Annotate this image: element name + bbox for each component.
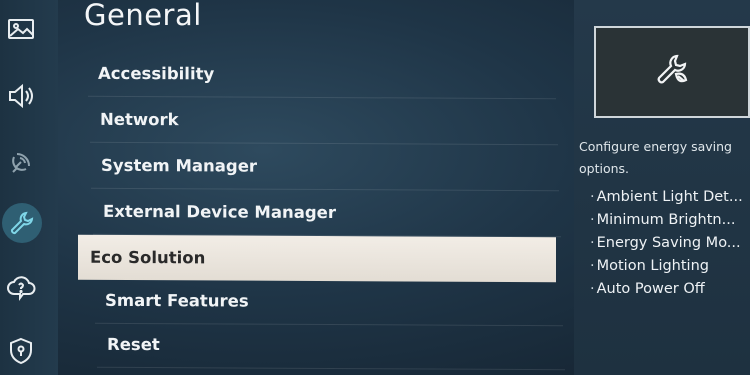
support-cloud-icon[interactable]: [4, 270, 38, 304]
menu-item-label: External Device Manager: [103, 201, 336, 223]
menu-item-label: Network: [100, 109, 179, 130]
picture-icon[interactable]: [4, 12, 38, 46]
general-menu: General Accessibility Network System Man…: [58, 0, 574, 375]
eco-sub-options: · Ambient Light Det... · Minimum Brightn..…: [590, 186, 750, 301]
menu-item-label: Smart Features: [105, 290, 249, 311]
menu-item-system-manager[interactable]: System Manager: [91, 142, 559, 192]
menu-item-label: Eco Solution: [90, 247, 206, 268]
menu-item-network[interactable]: Network: [90, 96, 558, 146]
menu-item-label: System Manager: [101, 155, 258, 176]
menu-item-external-device-manager[interactable]: External Device Manager: [93, 188, 561, 238]
sound-icon[interactable]: [4, 79, 38, 113]
menu-item-smart-features[interactable]: Smart Features: [95, 277, 563, 327]
list-item: · Auto Power Off: [590, 281, 705, 297]
menu-item-label: Accessibility: [98, 63, 215, 84]
page-title: General: [84, 0, 202, 32]
menu-item-reset[interactable]: Reset: [97, 321, 565, 371]
list-item: · Energy Saving Mo...: [590, 235, 741, 251]
eco-preview-thumbnail: [594, 26, 750, 118]
menu-item-eco-solution[interactable]: Eco Solution: [78, 234, 556, 283]
list-item: · Motion Lighting: [590, 258, 709, 274]
list-item: · Ambient Light Det...: [590, 189, 743, 205]
menu-item-label: Reset: [107, 334, 160, 355]
menu-item-accessibility[interactable]: Accessibility: [88, 50, 556, 100]
eco-wrench-leaf-icon: [652, 50, 692, 94]
settings-category-rail: [0, 0, 58, 375]
option-description: Configure energy saving options.: [579, 139, 732, 176]
list-item: · Minimum Brightn...: [590, 212, 736, 228]
general-wrench-icon[interactable]: [2, 203, 42, 243]
info-panel: Configure energy saving options. · Ambien…: [574, 0, 750, 375]
privacy-shield-icon[interactable]: [4, 334, 38, 368]
broadcast-icon[interactable]: [4, 145, 38, 179]
